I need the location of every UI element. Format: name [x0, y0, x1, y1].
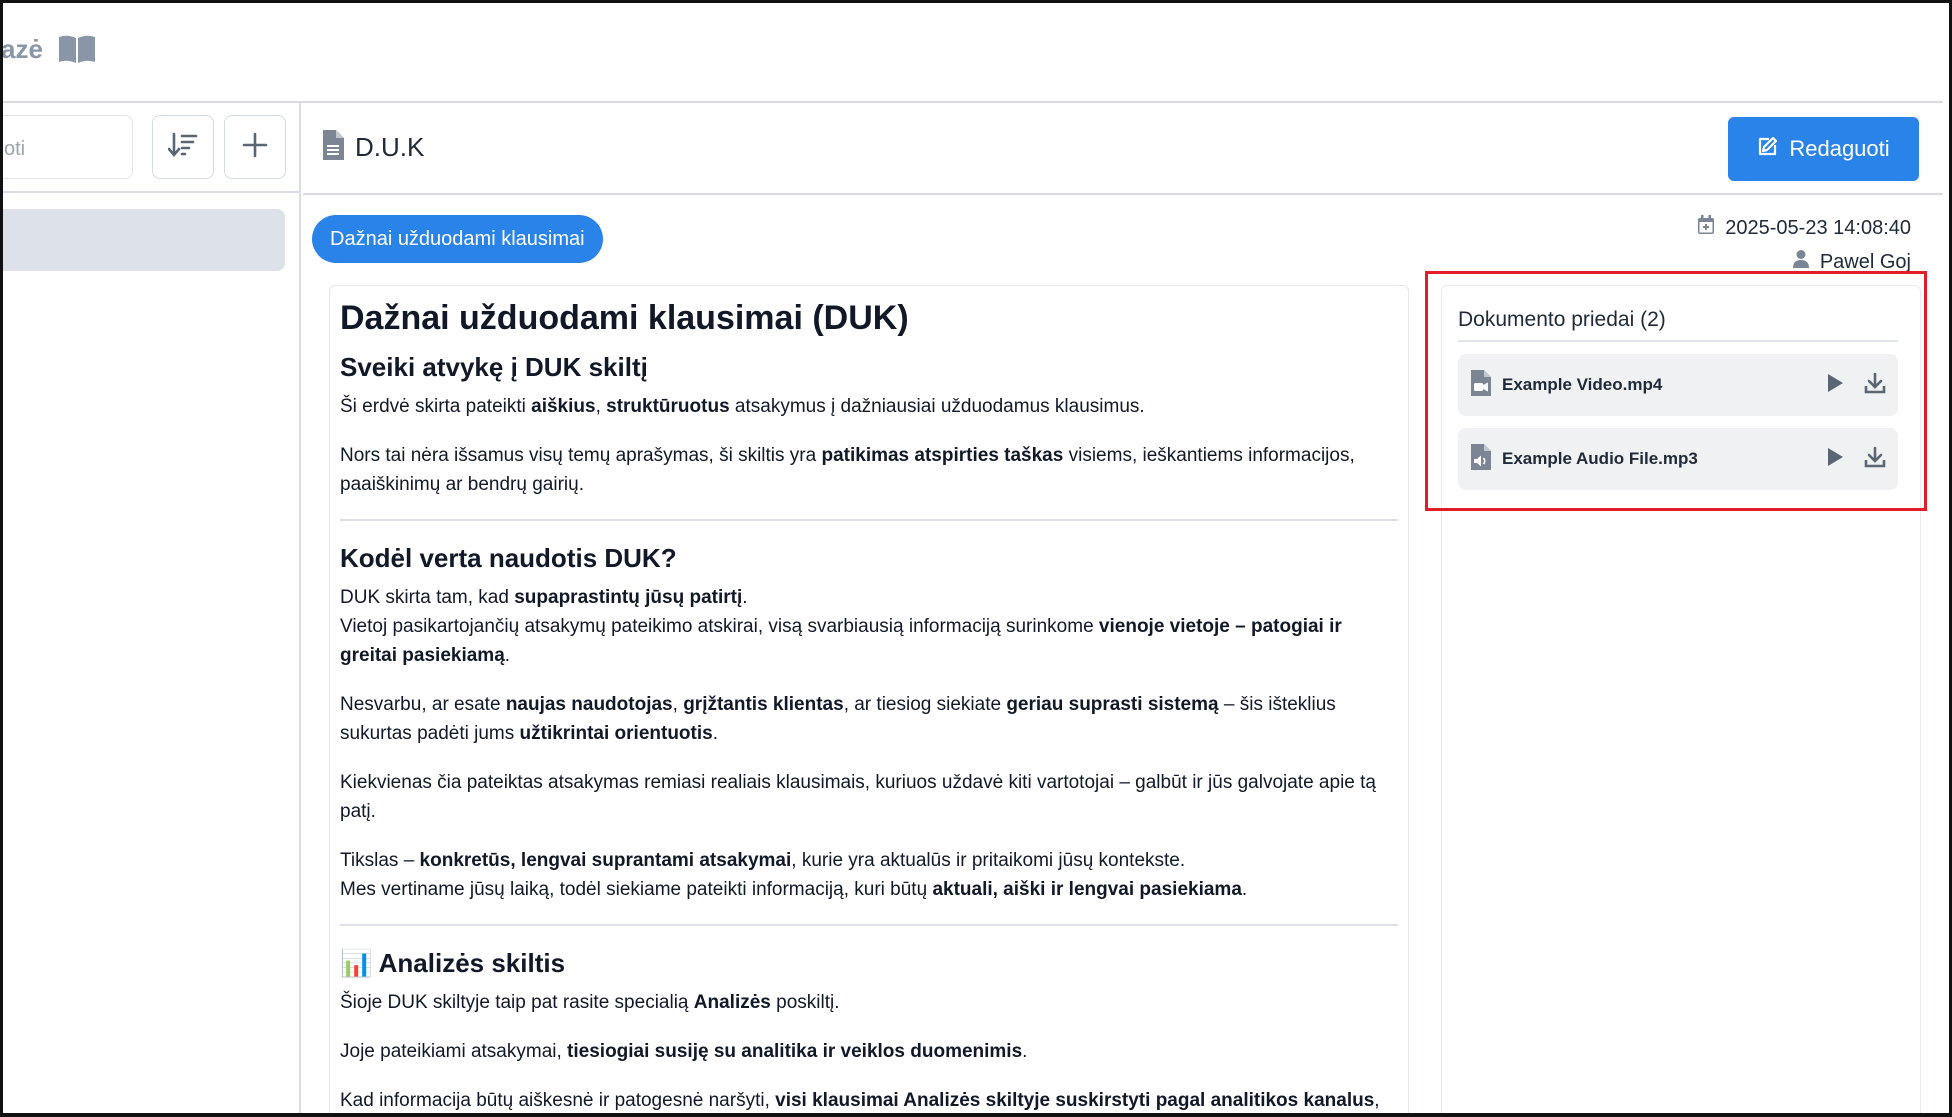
content-paragraph: Nesvarbu, ar esate naujas naudotojas, gr…: [340, 694, 1336, 744]
download-icon[interactable]: [1864, 446, 1886, 473]
attachments-list: Dokumento priedai (2) Example Video.mp4: [1458, 308, 1898, 490]
attachment-actions: [1826, 446, 1886, 473]
content-paragraph: Joje pateikiami atsakymai, tiesiogiai su…: [340, 1041, 1028, 1062]
content-heading-welcome: Sveiki atvykę į DUK skiltį: [340, 352, 648, 382]
video-file-icon: [1470, 369, 1492, 402]
meta-date-row: 2025-05-23 14:08:40: [1697, 211, 1911, 245]
play-icon[interactable]: [1826, 373, 1844, 398]
document-date: 2025-05-23 14:08:40: [1725, 216, 1911, 239]
plus-icon: [242, 132, 268, 163]
content-heading-analysis: 📊 Analizės skiltis: [340, 948, 566, 978]
main-panel: D.U.K Redaguoti Dažnai užduodami klausim…: [303, 103, 1943, 1113]
document-content: Dažnai užduodami klausimai (DUK) Sveiki …: [329, 285, 1409, 1113]
content-paragraph: Nors tai nėra išsamus visų temų aprašyma…: [340, 445, 1355, 495]
meta-author-row: Pawel Goj: [1697, 245, 1911, 279]
user-icon: [1792, 249, 1810, 275]
brand-text: azė: [1, 33, 43, 64]
book-icon: [57, 33, 97, 65]
content-divider: [340, 519, 1398, 521]
document-author: Pawel Goj: [1819, 250, 1911, 273]
attachment-item-audio[interactable]: Example Audio File.mp3: [1458, 428, 1898, 490]
content-heading-main: Dažnai užduodami klausimai (DUK): [340, 299, 909, 337]
content-paragraph: Šioje DUK skiltyje taip pat rasite speci…: [340, 992, 840, 1013]
content-heading-why: Kodėl verta naudotis DUK?: [340, 543, 677, 573]
attachments-panel: Dokumento priedai (2) Example Video.mp4: [1441, 285, 1921, 1113]
search-placeholder: oti: [4, 138, 26, 160]
content-paragraph: Ši erdvė skirta pateikti aiškius, strukt…: [340, 396, 1145, 417]
add-document-button[interactable]: [224, 115, 286, 179]
brand[interactable]: azė: [1, 33, 97, 65]
content-paragraph: Kad informacija būtų aiškesnė ir patoges…: [340, 1090, 1380, 1111]
attachments-title: Dokumento priedai (2): [1458, 308, 1898, 342]
document-meta: 2025-05-23 14:08:40 Pawel Goj: [1697, 211, 1911, 279]
attachment-actions: [1826, 372, 1886, 399]
content-paragraph: DUK skirta tam, kad supaprastintų jūsų p…: [340, 587, 1342, 666]
edit-button[interactable]: Redaguoti: [1728, 117, 1919, 181]
sidebar: oti: [3, 103, 301, 1113]
document-file-icon: [321, 129, 345, 166]
sort-button[interactable]: [152, 115, 214, 179]
content-paragraph: Kiekvienas čia pateiktas atsakymas remia…: [340, 772, 1376, 822]
sidebar-item-active[interactable]: [3, 209, 285, 271]
document-title-group: D.U.K: [321, 129, 424, 166]
bar-chart-emoji-icon: 📊: [340, 948, 373, 978]
download-icon[interactable]: [1864, 372, 1886, 399]
search-input[interactable]: oti: [3, 115, 133, 179]
play-icon[interactable]: [1826, 447, 1844, 472]
content-paragraph: Tikslas – konkretūs, lengvai suprantami …: [340, 850, 1248, 900]
attachment-item-video[interactable]: Example Video.mp4: [1458, 354, 1898, 416]
sidebar-toolbar: oti: [3, 103, 299, 193]
attachment-name: Example Video.mp4: [1502, 375, 1663, 394]
category-tag[interactable]: Dažnai užduodami klausimai: [312, 215, 603, 263]
top-bar: azė: [3, 3, 1943, 103]
document-header: D.U.K Redaguoti: [303, 103, 1943, 195]
content-divider: [340, 924, 1398, 926]
calendar-icon: [1697, 215, 1715, 241]
app-window: azė oti D.U.K Redaguoti Dažnai užduodami…: [0, 0, 1952, 1117]
edit-icon: [1757, 135, 1779, 163]
audio-file-icon: [1470, 443, 1492, 476]
attachment-name: Example Audio File.mp3: [1502, 449, 1698, 468]
edit-button-label: Redaguoti: [1789, 136, 1890, 161]
sort-descending-icon: [167, 131, 198, 164]
document-title: D.U.K: [355, 132, 425, 162]
